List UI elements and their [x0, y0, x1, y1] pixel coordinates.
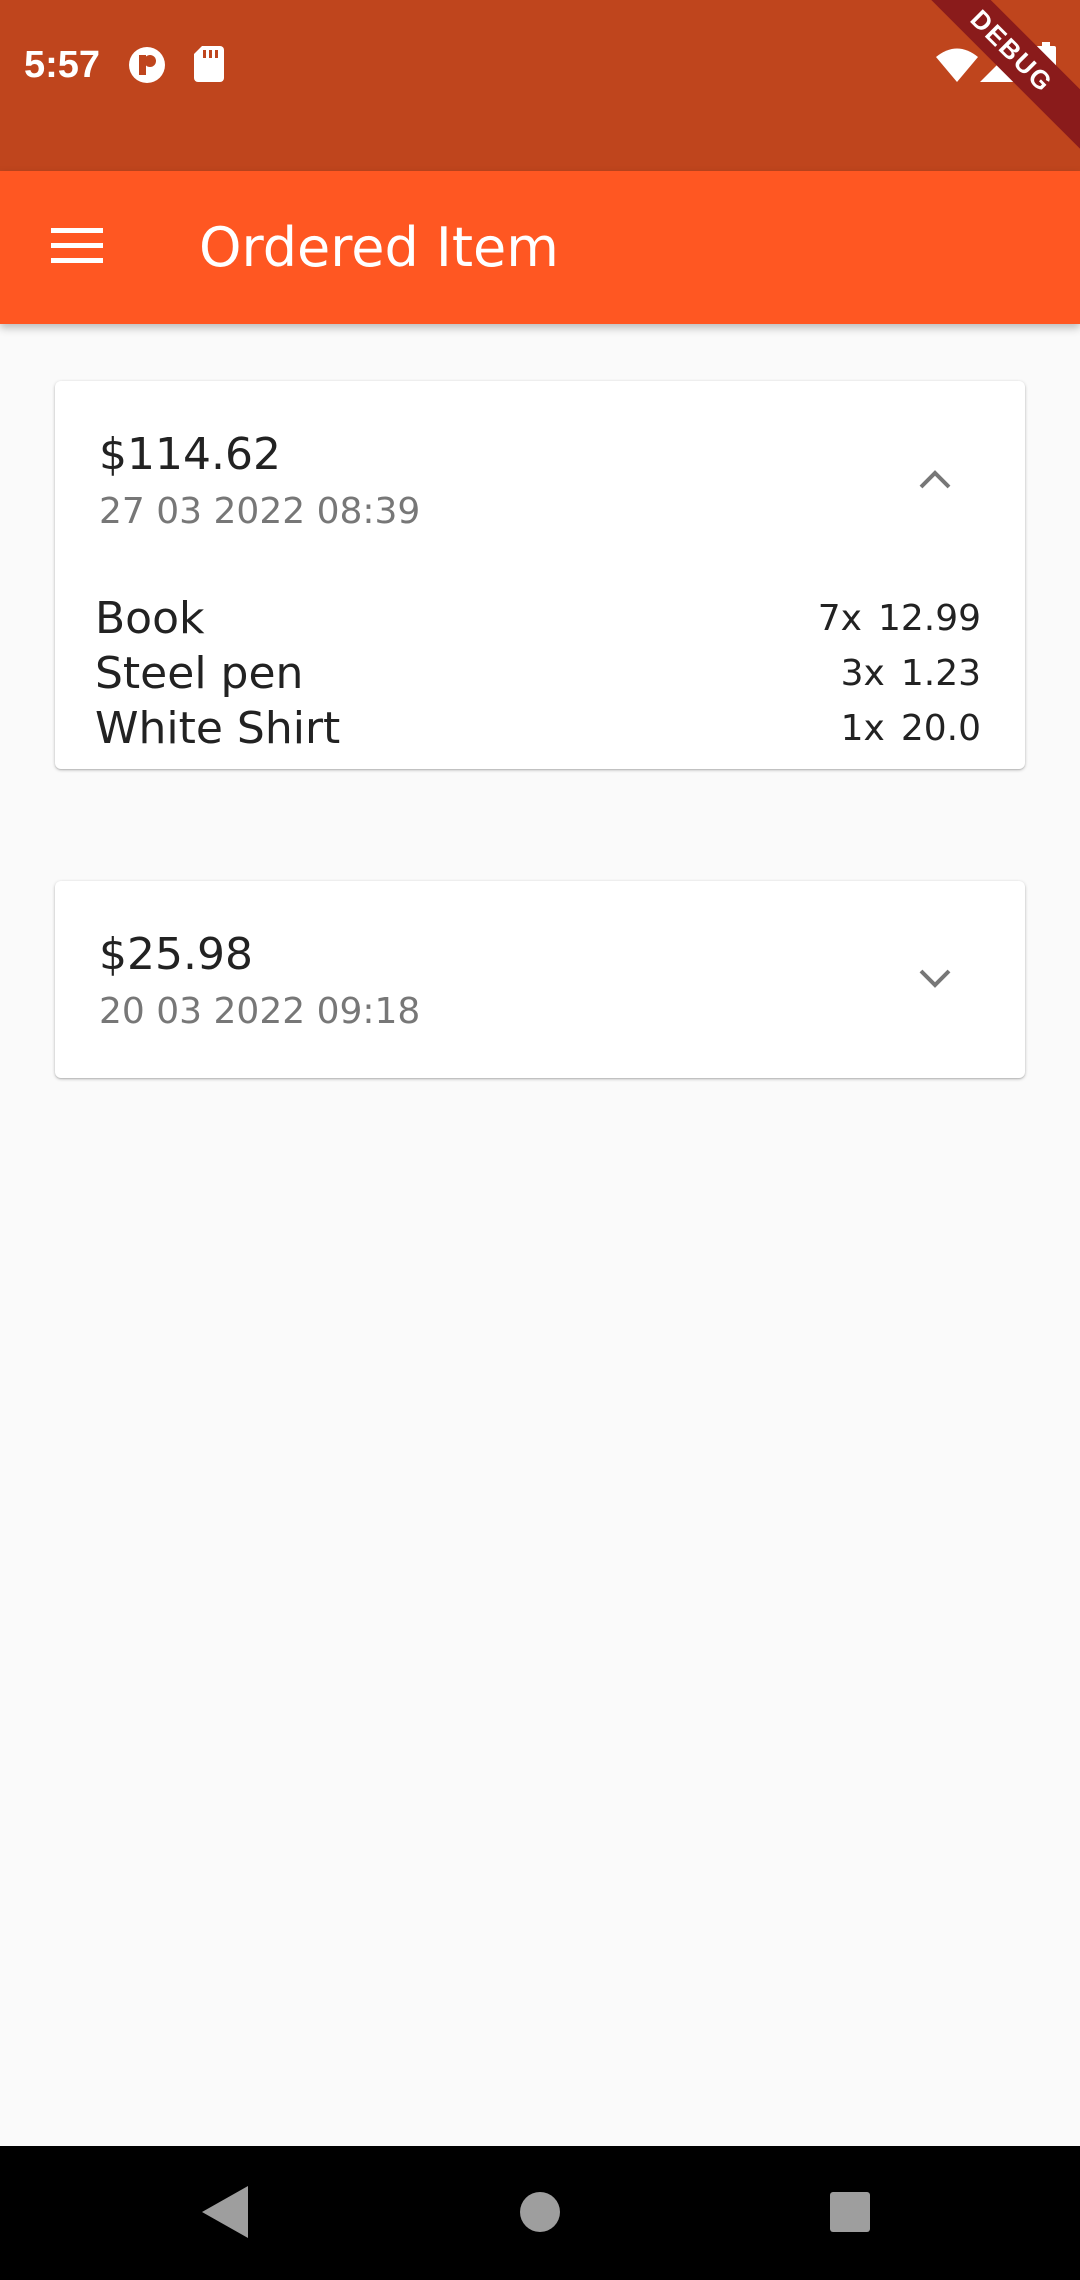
expand-toggle[interactable] — [905, 951, 965, 1011]
item-meta: 7x 12.99 — [818, 591, 981, 646]
item-meta: 1x 20.0 — [841, 701, 981, 756]
order-total: $25.98 — [99, 929, 253, 980]
home-icon[interactable] — [518, 2190, 562, 2239]
item-price: 20.0 — [900, 708, 981, 749]
order-date: 20 03 2022 09:18 — [99, 991, 421, 1032]
menu-button[interactable] — [40, 211, 114, 285]
item-quantity: 3x — [840, 653, 885, 694]
recents-icon[interactable] — [828, 2190, 872, 2239]
order-card-header[interactable]: $114.62 27 03 2022 08:39 — [55, 381, 1025, 581]
item-name: White Shirt — [95, 703, 341, 754]
page-title: Ordered Item — [199, 216, 559, 279]
app-notification-icon — [128, 46, 166, 89]
system-nav-bar — [0, 2146, 1080, 2280]
order-card-header[interactable]: $25.98 20 03 2022 09:18 — [55, 881, 1025, 1081]
list-item: Book 7x 12.99 — [95, 591, 981, 646]
item-price: 12.99 — [877, 598, 981, 639]
chevron-up-icon — [918, 468, 952, 495]
item-price: 1.23 — [900, 653, 981, 694]
chevron-down-icon — [918, 968, 952, 995]
status-time: 5:57 — [24, 44, 101, 86]
item-name: Book — [95, 593, 205, 644]
item-name: Steel pen — [95, 648, 304, 699]
order-items: Book 7x 12.99 Steel pen 3x 1.23 White Shir… — [95, 591, 981, 756]
wifi-icon — [936, 48, 978, 87]
app-bar: Ordered Item — [0, 171, 1080, 324]
order-total: $114.62 — [99, 429, 281, 480]
item-meta: 3x 1.23 — [841, 646, 981, 701]
hamburger-menu-icon — [51, 227, 103, 269]
sd-card-icon — [194, 46, 224, 87]
item-quantity: 1x — [840, 708, 885, 749]
list-item: White Shirt 1x 20.0 — [95, 701, 981, 756]
status-bar: 5:57 DEBUG — [0, 0, 1080, 171]
list-item: Steel pen 3x 1.23 — [95, 646, 981, 701]
item-quantity: 7x — [817, 598, 862, 639]
order-date: 27 03 2022 08:39 — [99, 491, 421, 532]
order-card: $25.98 20 03 2022 09:18 — [55, 881, 1025, 1078]
back-icon[interactable] — [200, 2184, 250, 2245]
expand-toggle[interactable] — [905, 451, 965, 511]
order-card: $114.62 27 03 2022 08:39 Book 7x 12.99 St… — [55, 381, 1025, 769]
